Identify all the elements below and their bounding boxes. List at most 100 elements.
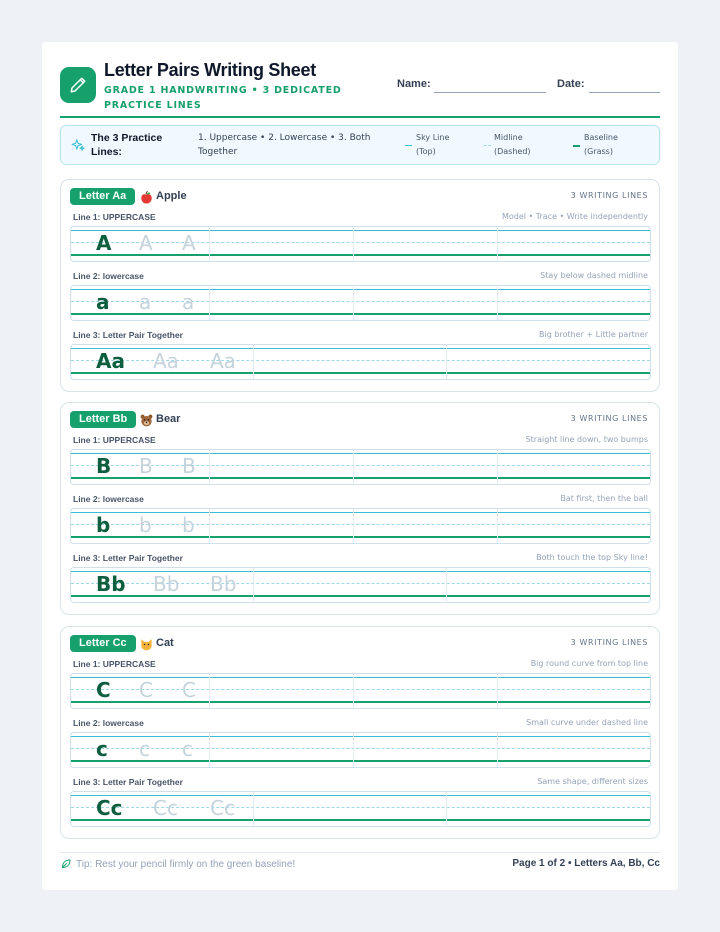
trace-letter: c — [182, 737, 193, 761]
row-hint: Stay below dashed midline — [540, 271, 648, 280]
baseline-swatch — [573, 145, 580, 147]
model-letter: Cc — [96, 796, 123, 820]
baseline — [71, 477, 650, 479]
baseline — [71, 536, 650, 538]
column-divider — [253, 568, 254, 602]
letter-card: Letter Cc Cat 3 WRITING LINES Line 1: UPPER… — [60, 626, 660, 839]
column-divider — [353, 450, 354, 484]
column-divider — [497, 227, 498, 261]
column-divider — [353, 674, 354, 708]
sky-line-label: Sky Line (Top) — [416, 133, 450, 156]
writing-line[interactable]: BBB — [70, 449, 651, 485]
midline — [71, 465, 650, 466]
trace-letter: a — [182, 290, 195, 314]
trace-letter: Aa — [153, 349, 179, 373]
header-divider — [60, 116, 660, 118]
writing-line[interactable]: ccc — [70, 732, 651, 768]
midline — [71, 301, 650, 302]
trace-letter: c — [139, 737, 150, 761]
row-label: Line 3: Letter Pair Together — [73, 553, 183, 563]
example-word: Apple — [156, 190, 187, 202]
column-divider — [497, 674, 498, 708]
midline-label: Midline (Dashed) — [494, 133, 531, 156]
writing-line[interactable]: Bb Bb Bb — [70, 567, 651, 603]
column-divider — [353, 733, 354, 767]
baseline — [71, 313, 650, 315]
model-letter: a — [96, 290, 110, 314]
trace-letter: B — [182, 454, 196, 478]
trace-letter: A — [182, 231, 196, 255]
column-divider — [446, 345, 447, 379]
practice-lines-legend: The 3 Practice Lines: 1. Uppercase • 2. … — [60, 125, 660, 165]
header: Letter Pairs Writing Sheet GRADE 1 HANDW… — [60, 60, 660, 118]
column-divider — [209, 286, 210, 320]
example-word: Cat — [156, 637, 174, 649]
footer-divider — [60, 852, 660, 853]
column-divider — [497, 286, 498, 320]
trace-letter: Aa — [210, 349, 236, 373]
pencil-logo-icon — [60, 67, 96, 103]
trace-letter: b — [139, 513, 152, 537]
letter-badge: Letter Cc — [70, 635, 136, 652]
column-divider — [253, 792, 254, 826]
writing-line[interactable]: CCC — [70, 673, 651, 709]
column-divider — [353, 227, 354, 261]
writing-line[interactable]: bbb — [70, 508, 651, 544]
name-field[interactable] — [434, 92, 546, 93]
writing-line[interactable]: AAA — [70, 226, 651, 262]
column-divider — [209, 450, 210, 484]
column-divider — [497, 450, 498, 484]
trace-letter: B — [139, 454, 153, 478]
apple-icon — [140, 189, 153, 204]
midline — [71, 524, 650, 525]
row-hint: Straight line down, two bumps — [525, 435, 648, 444]
letter-card: Letter Bb Bear 3 WRITING LINES Line 1: UPPE… — [60, 402, 660, 615]
sky-line — [71, 677, 650, 678]
card-header: Letter Cc Cat 3 WRITING LINES — [61, 627, 659, 655]
card-header: Letter Aa Apple 3 WRITING LINES — [61, 180, 659, 208]
row-hint: Small curve under dashed line — [526, 718, 648, 727]
column-divider — [209, 509, 210, 543]
row-label: Line 2: lowercase — [73, 271, 144, 281]
sky-line — [71, 230, 650, 231]
model-letter: b — [96, 513, 111, 537]
column-divider — [497, 509, 498, 543]
baseline-label: Baseline (Grass) — [584, 133, 618, 156]
row-label: Line 2: lowercase — [73, 494, 144, 504]
row-hint: Big brother + Little partner — [539, 330, 648, 339]
cat-icon — [140, 636, 153, 651]
model-letter: Aa — [96, 349, 125, 373]
date-field[interactable] — [589, 92, 660, 93]
trace-letter: C — [139, 678, 153, 702]
row-hint: Both touch the top Sky line! — [536, 553, 648, 562]
writing-line[interactable]: Cc Cc Cc — [70, 791, 651, 827]
row-hint: Same shape, different sizes — [537, 777, 648, 786]
sky-line — [71, 289, 650, 290]
legend-description: 1. Uppercase • 2. Lowercase • 3. Both To… — [198, 133, 371, 157]
sky-line — [71, 453, 650, 454]
writing-line[interactable]: aaa — [70, 285, 651, 321]
letter-badge: Letter Bb — [70, 411, 137, 428]
sparkle-icon — [71, 137, 85, 157]
legend-title: The 3 Practice Lines: — [91, 132, 163, 158]
sky-line — [71, 736, 650, 737]
sky-line-swatch — [405, 145, 412, 146]
trace-letter: a — [139, 290, 152, 314]
row-label: Line 3: Letter Pair Together — [73, 330, 183, 340]
column-divider — [209, 733, 210, 767]
row-hint: Model • Trace • Write independently — [501, 212, 648, 221]
model-letter: A — [96, 231, 112, 255]
row-label: Line 3: Letter Pair Together — [73, 777, 183, 787]
page-subtitle: GRADE 1 HANDWRITING • 3 DEDICATED PRACTI… — [104, 85, 342, 111]
writing-lines-count: 3 WRITING LINES — [570, 191, 648, 200]
trace-letter: A — [139, 231, 153, 255]
page-indicator: Page 1 of 2 • Letters Aa, Bb, Cc — [512, 858, 660, 869]
writing-line[interactable]: Aa Aa Aa — [70, 344, 651, 380]
column-divider — [353, 286, 354, 320]
model-letter: c — [96, 737, 108, 761]
writing-lines-count: 3 WRITING LINES — [570, 414, 648, 423]
worksheet: Letter Pairs Writing Sheet GRADE 1 HANDW… — [42, 42, 678, 890]
model-letter: C — [96, 678, 111, 702]
baseline — [71, 760, 650, 762]
row-label: Line 2: lowercase — [73, 718, 144, 728]
